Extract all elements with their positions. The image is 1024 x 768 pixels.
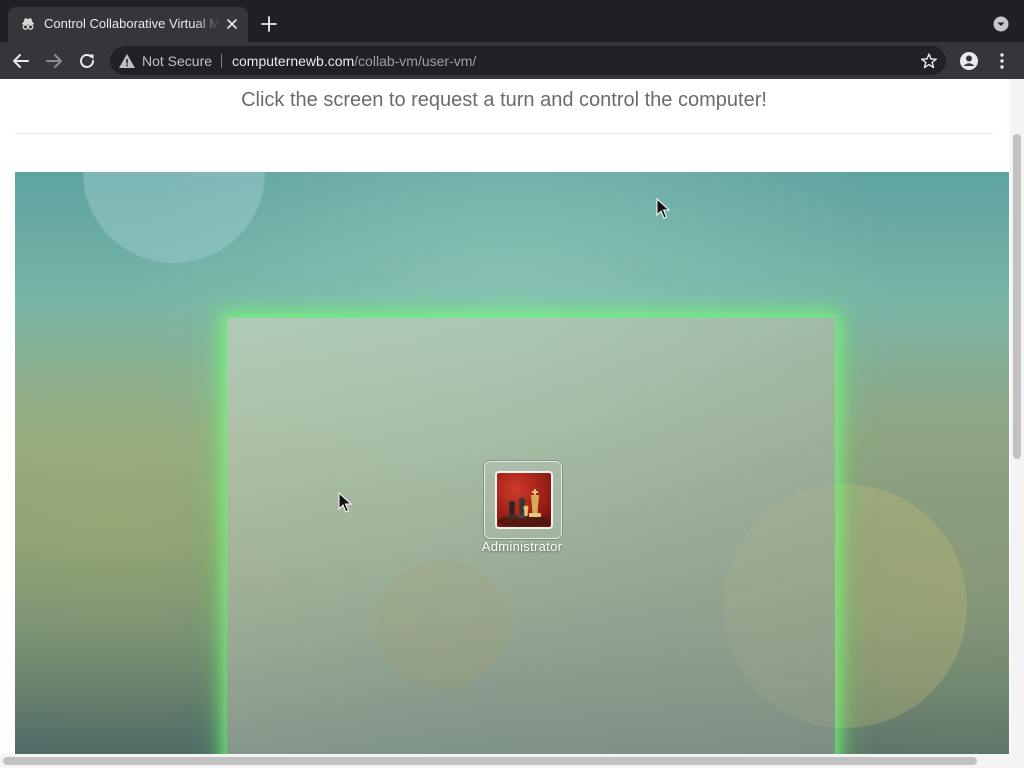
user-account-name[interactable]: Administrator (455, 539, 589, 554)
instructions-text: Click the screen to request a turn and c… (241, 89, 767, 111)
chess-pieces-avatar-icon (495, 471, 553, 529)
browser-toolbar: Not Secure computernewb.com/collab-vm/us… (0, 42, 1024, 79)
person-icon[interactable] (958, 50, 980, 72)
vertical-scrollbar-thumb[interactable] (1013, 134, 1021, 459)
mouse-pointer-icon (656, 197, 671, 220)
kebab-menu-icon[interactable] (991, 50, 1013, 72)
bokeh-light (377, 560, 507, 690)
mouse-pointer-icon (338, 491, 353, 514)
omnibox-divider (221, 54, 222, 68)
browser-tab-strip: Control Collaborative Virtual Machines (0, 0, 1024, 42)
tab-search-chevron-icon[interactable] (991, 14, 1011, 34)
url-path: /collab-vm/user-vm/ (354, 53, 477, 69)
reload-icon[interactable] (76, 50, 98, 72)
browser-tab-active[interactable]: Control Collaborative Virtual Machines (8, 7, 248, 42)
security-label[interactable]: Not Secure (142, 53, 212, 69)
spy-icon (20, 16, 36, 32)
tab-title: Control Collaborative Virtual Machines (44, 16, 220, 31)
url-text[interactable]: computernewb.com/collab-vm/user-vm/ (232, 53, 476, 69)
url-host: computernewb.com (232, 53, 355, 69)
arrow-left-icon[interactable] (10, 50, 32, 72)
address-bar[interactable]: Not Secure computernewb.com/collab-vm/us… (110, 46, 946, 75)
plus-icon[interactable] (259, 14, 279, 34)
vm-display[interactable]: Administrator (15, 172, 1009, 757)
star-outline-icon[interactable] (920, 52, 938, 70)
horizontal-scrollbar-thumb[interactable] (3, 757, 977, 765)
page-viewport: Click the screen to request a turn and c… (0, 79, 1024, 768)
warning-triangle-icon[interactable] (118, 52, 136, 70)
close-tab-icon[interactable] (224, 16, 240, 32)
horizontal-rule (15, 133, 993, 134)
arrow-right-icon[interactable] (43, 50, 65, 72)
user-account-tile[interactable] (484, 461, 562, 539)
